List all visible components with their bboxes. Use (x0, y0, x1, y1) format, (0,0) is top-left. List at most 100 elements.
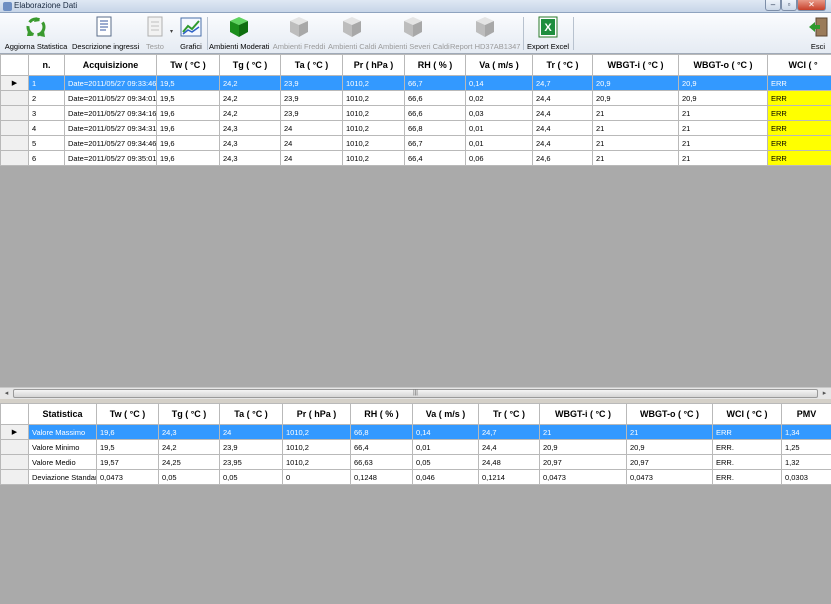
stats-grid-cell[interactable]: 1010,2 (282, 424, 351, 440)
data-grid-cell[interactable]: Date=2011/05/27 09:34:31 (64, 120, 157, 136)
data-grid-cell[interactable]: 24,3 (219, 120, 281, 136)
stats-grid-cell[interactable]: 0,0473 (539, 469, 627, 485)
data-grid-cell[interactable]: Date=2011/05/27 09:34:01 (64, 90, 157, 106)
data-grid-cell[interactable]: 21 (678, 120, 768, 136)
stats-grid-cell[interactable]: ERR. (712, 439, 782, 455)
stats-grid-cell[interactable]: 66,8 (350, 424, 413, 440)
data-grid-row[interactable]: 5 Date=2011/05/27 09:34:46 19,6 24,3 24 1010,… (0, 135, 831, 151)
data-grid-cell[interactable]: 66,8 (404, 120, 466, 136)
stats-grid-cell[interactable]: 0,01 (412, 439, 479, 455)
data-grid-cell[interactable]: 24 (280, 120, 343, 136)
data-grid-cell[interactable]: Date=2011/05/27 09:33:46 (64, 75, 157, 91)
current-row-arrow-icon[interactable]: ▶ (0, 75, 29, 91)
descrizione-ingressi-button[interactable]: Descrizione ingressi (72, 13, 139, 54)
stats-grid-cell[interactable]: 0,05 (219, 469, 283, 485)
data-grid-cell[interactable]: 24,4 (532, 135, 593, 151)
stats-grid-cell[interactable]: 24,25 (158, 454, 220, 470)
data-grid-row[interactable]: 6 Date=2011/05/27 09:35:01 19,6 24,3 24 1010,… (0, 150, 831, 166)
stats-grid-column-header[interactable]: Tw ( °C ) (96, 403, 159, 425)
data-grid-cell[interactable]: 21 (592, 120, 679, 136)
stats-grid-cell[interactable]: 0,05 (158, 469, 220, 485)
stats-grid-cell[interactable]: 66,4 (350, 439, 413, 455)
stats-grid-row[interactable]: ▶ Valore Massimo 19,6 24,3 24 1010,2 66,8 0,14 2… (0, 424, 831, 440)
stats-grid-cell[interactable]: 20,97 (539, 454, 627, 470)
data-grid-column-header[interactable]: Va ( m/s ) (465, 54, 533, 76)
data-grid-cell[interactable]: 66,6 (404, 105, 466, 121)
data-grid-cell[interactable]: 19,5 (156, 75, 220, 91)
stats-grid-cell[interactable]: 0,0303 (781, 469, 831, 485)
data-grid-column-header[interactable]: RH ( % ) (404, 54, 466, 76)
data-grid-cell[interactable]: 24,4 (532, 120, 593, 136)
data-grid-cell[interactable]: 0,01 (465, 135, 533, 151)
stats-grid-cell[interactable]: 0,0473 (96, 469, 159, 485)
stats-grid-cell[interactable]: 24 (219, 424, 283, 440)
data-grid-cell[interactable]: 24 (280, 150, 343, 166)
row-selector[interactable] (0, 135, 29, 151)
data-grid-cell[interactable]: 1010,2 (342, 120, 405, 136)
data-grid-cell[interactable]: 20,9 (592, 75, 679, 91)
data-grid-cell[interactable]: 4 (28, 120, 65, 136)
data-grid-cell[interactable]: 23,9 (280, 75, 343, 91)
stats-grid-cell[interactable]: 24,7 (478, 424, 540, 440)
row-selector[interactable] (0, 150, 29, 166)
data-grid-cell[interactable]: 20,9 (678, 90, 768, 106)
stats-grid-cell[interactable]: 24,2 (158, 439, 220, 455)
scroll-left-arrow-icon[interactable]: ◂ (1, 389, 12, 399)
data-grid-cell[interactable]: 2 (28, 90, 65, 106)
stats-grid-row[interactable]: Deviazione Standard 0,0473 0,05 0,05 0 0,1248… (0, 469, 831, 485)
stats-grid-column-header[interactable]: PMV (781, 403, 831, 425)
data-grid-cell[interactable]: 21 (592, 150, 679, 166)
scrollbar-thumb[interactable]: ||| (13, 389, 818, 398)
data-grid-cell[interactable]: 5 (28, 135, 65, 151)
data-grid-cell[interactable]: 24,2 (219, 105, 281, 121)
data-grid-cell[interactable]: 24,4 (532, 105, 593, 121)
data-grid-cell[interactable]: ERR (767, 105, 831, 121)
data-grid-cell[interactable]: 0,14 (465, 75, 533, 91)
scroll-right-arrow-icon[interactable]: ▸ (819, 389, 830, 399)
data-grid-cell[interactable]: 21 (678, 135, 768, 151)
data-grid-cell[interactable]: 24,7 (532, 75, 593, 91)
data-grid-cell[interactable]: 23,9 (280, 105, 343, 121)
testo-button[interactable]: Testo (139, 13, 171, 54)
data-grid-cell[interactable]: 21 (678, 105, 768, 121)
row-selector[interactable] (0, 439, 29, 455)
stats-grid-cell[interactable]: 0,1214 (478, 469, 540, 485)
data-grid-cell[interactable]: 1010,2 (342, 135, 405, 151)
data-grid-cell[interactable]: 0,06 (465, 150, 533, 166)
stats-grid-cell[interactable]: 1,25 (781, 439, 831, 455)
export-excel-button[interactable]: X Export Excel (525, 13, 571, 54)
stats-grid-cell[interactable]: 23,95 (219, 454, 283, 470)
data-grid-cell[interactable]: Date=2011/05/27 09:35:01 (64, 150, 157, 166)
stats-grid-cell[interactable]: 24,3 (158, 424, 220, 440)
stats-grid-cell[interactable]: Valore Minimo (28, 439, 97, 455)
data-grid-column-header[interactable]: Tg ( °C ) (219, 54, 281, 76)
stats-grid-cell[interactable]: 0,0473 (626, 469, 713, 485)
ambienti-caldi-button[interactable]: Ambienti Caldi (328, 13, 376, 54)
data-grid-cell[interactable]: 66,4 (404, 150, 466, 166)
stats-grid-cell[interactable]: 0,046 (412, 469, 479, 485)
data-grid-column-header[interactable]: Ta ( °C ) (280, 54, 343, 76)
stats-grid-cell[interactable]: 24,48 (478, 454, 540, 470)
stats-grid-column-header[interactable]: Tg ( °C ) (158, 403, 220, 425)
stats-grid-cell[interactable]: 0 (282, 469, 351, 485)
stats-grid-cell[interactable]: 21 (626, 424, 713, 440)
data-grid-cell[interactable]: 0,02 (465, 90, 533, 106)
stats-grid-cell[interactable]: 19,6 (96, 424, 159, 440)
data-grid-cell[interactable]: 19,6 (156, 135, 220, 151)
current-row-arrow-icon[interactable]: ▶ (0, 424, 29, 440)
stats-grid-cell[interactable]: 20,9 (539, 439, 627, 455)
data-grid-cell[interactable]: 24,2 (219, 90, 281, 106)
data-grid-cell[interactable]: 0,03 (465, 105, 533, 121)
stats-grid-cell[interactable]: 20,97 (626, 454, 713, 470)
stats-grid-cell[interactable]: 19,5 (96, 439, 159, 455)
stats-grid-column-header[interactable]: WBGT-o ( °C ) (626, 403, 713, 425)
data-grid-cell[interactable]: 1010,2 (342, 105, 405, 121)
data-grid-cell[interactable]: 1010,2 (342, 75, 405, 91)
stats-grid-cell[interactable]: 21 (539, 424, 627, 440)
data-grid-cell[interactable]: 24,6 (532, 150, 593, 166)
stats-grid-cell[interactable]: 0,14 (412, 424, 479, 440)
data-grid-cell[interactable]: 3 (28, 105, 65, 121)
stats-grid-column-header[interactable]: Pr ( hPa ) (282, 403, 351, 425)
horizontal-scrollbar[interactable]: ◂ ||| ▸ (0, 387, 831, 399)
data-grid-cell[interactable]: 1010,2 (342, 150, 405, 166)
